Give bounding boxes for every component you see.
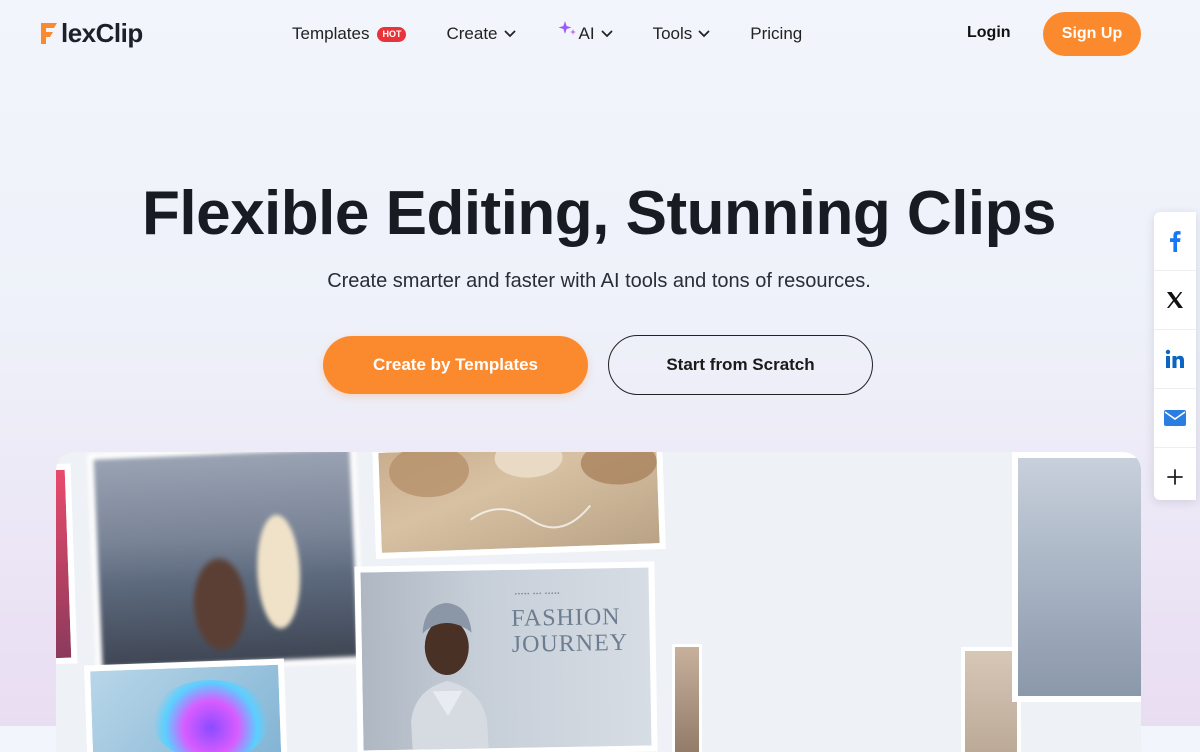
template-thumbnail [56, 463, 78, 665]
template-thumbnail-beach[interactable] [372, 452, 666, 560]
email-icon [1164, 410, 1186, 426]
nav-create[interactable]: Create [446, 20, 515, 48]
linkedin-icon [1165, 349, 1184, 368]
template-thumbnail[interactable] [1012, 452, 1141, 702]
fashion-kicker-text: ••••• ••• ••••• [514, 591, 561, 598]
nav-pricing[interactable]: Pricing [750, 20, 802, 48]
create-by-templates-button[interactable]: Create by Templates [323, 336, 588, 394]
share-more-button[interactable] [1154, 448, 1196, 506]
site-header: lexClip Templates HOT Create AI Tools Pr… [0, 0, 1200, 68]
gradient-blob-image [151, 680, 271, 752]
x-icon [1167, 292, 1183, 308]
chevron-down-icon [698, 30, 710, 38]
share-linkedin-button[interactable] [1154, 330, 1196, 389]
hero-title: Flexible Editing, Stunning Clips [142, 179, 1057, 248]
nav-tools-label: Tools [652, 24, 693, 43]
fashion-title: FASHION JOURNEY [511, 604, 628, 658]
flexclip-logo[interactable]: lexClip [38, 16, 143, 50]
nav-pricing-label: Pricing [750, 24, 803, 43]
facebook-icon [1170, 231, 1181, 252]
signup-button[interactable]: Sign Up [1043, 12, 1141, 56]
nav-templates[interactable]: Templates HOT [292, 20, 407, 48]
start-from-scratch-button[interactable]: Start from Scratch [608, 335, 873, 395]
template-thumbnail-surfer[interactable] [87, 452, 365, 674]
nav-create-label: Create [446, 24, 498, 43]
logo-text: lexClip [61, 17, 143, 48]
share-email-button[interactable] [1154, 389, 1196, 448]
share-facebook-button[interactable] [1154, 212, 1196, 271]
main-nav: Templates HOT Create AI Tools Pricing [292, 20, 802, 48]
fashion-title-line2: JOURNEY [511, 629, 629, 658]
nav-ai[interactable]: AI [558, 20, 613, 48]
plus-icon [1167, 469, 1183, 485]
share-x-button[interactable] [1154, 271, 1196, 330]
template-thumbnail-fashion[interactable]: ••••• ••• ••••• FASHION JOURNEY [354, 561, 658, 752]
chevron-down-icon [504, 30, 515, 38]
beach-illustration [389, 452, 657, 529]
share-sidebar [1154, 212, 1196, 500]
template-thumbnail [672, 644, 702, 752]
logo-mark-icon [41, 23, 57, 44]
template-showcase: ••••• ••• ••••• FASHION JOURNEY [56, 452, 1141, 752]
hot-badge: HOT [377, 26, 407, 42]
fashion-model-image [411, 603, 490, 752]
fashion-title-line1: FASHION [511, 603, 621, 632]
nav-ai-label: AI [578, 24, 595, 43]
nav-templates-label: Templates [292, 24, 370, 43]
chevron-down-icon [601, 30, 612, 38]
login-link[interactable]: Login [967, 24, 1011, 42]
hero-subtitle: Create smarter and faster with AI tools … [327, 270, 871, 292]
sparkle-icon [558, 21, 576, 35]
nav-tools[interactable]: Tools [653, 20, 711, 48]
